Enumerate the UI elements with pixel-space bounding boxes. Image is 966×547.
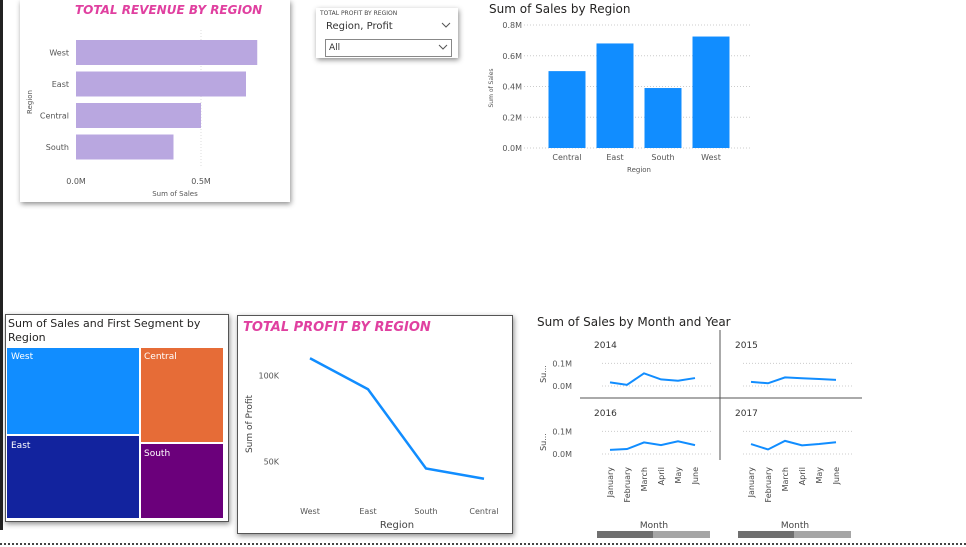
series-line-2014 (609, 372, 696, 386)
y-tick-label: 0.8M (502, 21, 522, 30)
x-tick-label: East (359, 507, 376, 516)
treemap-tile-east[interactable]: East (7, 436, 141, 518)
x-tick-label: June (832, 467, 841, 486)
slicer-header: TOTAL PROFIT BY REGION (320, 10, 398, 17)
year-label: 2017 (735, 409, 758, 419)
profit-line (309, 357, 485, 481)
column-east (596, 43, 634, 149)
column-south (644, 88, 682, 148)
x-tick-label: May (815, 467, 824, 484)
x-tick-label: March (781, 467, 790, 491)
bar-south (76, 134, 174, 160)
year-label: 2014 (594, 341, 617, 351)
profit-by-region-card[interactable]: TOTAL PROFIT BY REGION 50K 100K West East So… (237, 315, 513, 534)
column-west (692, 36, 730, 148)
y-axis-title: Su... (539, 365, 548, 383)
y-tick-label: 0.1M (552, 359, 572, 368)
x-tick-label: West (701, 153, 721, 162)
scrollbar-thumb (738, 531, 794, 538)
y-tick-label: 100K (258, 371, 279, 380)
bar-east (76, 71, 246, 97)
y-axis-title: Region (26, 90, 34, 114)
x-tick-label: May (674, 467, 683, 484)
x-tick-label: South (414, 507, 437, 516)
x-axis-title: Sum of Sales (152, 190, 198, 198)
sales-by-region-card[interactable]: Sum of Sales by Region 0.0M 0.2M 0.4M 0.6M 0… (484, 0, 754, 180)
y-tick-label: 0.1M (552, 427, 572, 436)
scrollbar-track (794, 531, 851, 538)
y-tick-label: East (52, 80, 69, 89)
x-axis-title: Month (640, 521, 668, 531)
treemap-tile-south[interactable]: South (141, 444, 223, 518)
chevron-down-icon[interactable] (441, 20, 451, 33)
x-tick-label: South (651, 153, 674, 162)
y-axis-title: Sum of Profit (245, 395, 255, 454)
y-tick-label: 0.4M (502, 83, 522, 92)
y-tick-label: 50K (264, 458, 280, 467)
profit-line-chart[interactable]: 50K 100K West East South Central Region Sum of … (238, 316, 512, 533)
x-tick-label: January (747, 467, 756, 499)
y-axis-title: Sum of Sales (488, 68, 495, 107)
treemap-label-west: West (11, 352, 34, 362)
slicer-field-label: Region, Profit (326, 21, 393, 32)
page-bottom-border (0, 543, 966, 545)
scrollbar-track (653, 531, 710, 538)
slicer-value-dropdown[interactable]: All (325, 39, 452, 57)
slicer-field-dropdown[interactable]: Region, Profit (326, 21, 451, 35)
x-tick-label: 0.0M (66, 177, 86, 186)
bar-central (76, 103, 201, 128)
y-tick-label: Central (40, 112, 69, 121)
x-tick-label: East (606, 153, 623, 162)
page-left-border (0, 0, 3, 530)
x-tick-label: 0.5M (191, 177, 211, 186)
x-tick-label: February (764, 467, 773, 503)
treemap-label-central: Central (144, 352, 177, 362)
x-tick-label: June (691, 467, 700, 486)
y-tick-label: South (46, 143, 69, 152)
treemap-card[interactable]: Sum of Sales and First Segment by Region… (5, 314, 229, 522)
profit-slicer-card[interactable]: TOTAL PROFIT BY REGION Region, Profit Al… (316, 8, 458, 58)
x-axis-title: Region (627, 166, 651, 174)
x-axis-title: Region (380, 520, 414, 531)
y-tick-label: 0.2M (502, 113, 522, 122)
revenue-bar-chart[interactable]: West East Central South 0.0M 0.5M Sum of Sales… (20, 0, 290, 202)
series-line-2015 (750, 376, 837, 385)
x-tick-label: West (300, 507, 320, 516)
x-tick-label: February (623, 467, 632, 503)
month-year-card[interactable]: Sum of Sales by Month and Year 2014 2015 2… (532, 312, 864, 542)
y-tick-label: 0.0M (552, 382, 572, 391)
slicer-selected-value: All (329, 43, 341, 53)
x-tick-label: Central (469, 507, 498, 516)
series-line-2017 (750, 439, 837, 451)
treemap-label-south: South (144, 449, 171, 459)
series-line-2016 (609, 440, 696, 451)
x-tick-label: March (640, 467, 649, 491)
bar-west (76, 40, 258, 65)
x-axis-title: Month (781, 521, 809, 531)
treemap-label-east: East (11, 441, 31, 451)
scrollbar-thumb (597, 531, 653, 538)
x-tick-label: April (657, 467, 666, 485)
y-tick-label: 0.0M (552, 450, 572, 459)
y-tick-label: 0.0M (502, 144, 522, 153)
column-central (548, 71, 586, 148)
x-tick-label: April (798, 467, 807, 485)
y-tick-label: West (49, 49, 69, 58)
chevron-down-icon[interactable] (438, 42, 448, 55)
y-tick-label: 0.6M (502, 52, 522, 61)
treemap-tile-central[interactable]: Central (141, 348, 223, 444)
y-axis-title: Su... (539, 433, 548, 451)
month-small-multiples[interactable]: 2014 2015 2016 2017 0.1M 0.0M Su... 0.1M 0.0M Su.… (532, 312, 864, 542)
treemap-tile-west[interactable]: West (7, 348, 141, 436)
year-label: 2015 (735, 341, 758, 351)
treemap-title: Sum of Sales and First Segment by Region (8, 317, 201, 344)
x-tick-label: Central (552, 153, 581, 162)
year-label: 2016 (594, 409, 617, 419)
revenue-by-region-card[interactable]: TOTAL REVENUE BY REGION West East Central S… (20, 0, 290, 202)
x-tick-label: January (606, 467, 615, 499)
sales-column-chart[interactable]: 0.0M 0.2M 0.4M 0.6M 0.8M Central East South West… (484, 0, 754, 180)
